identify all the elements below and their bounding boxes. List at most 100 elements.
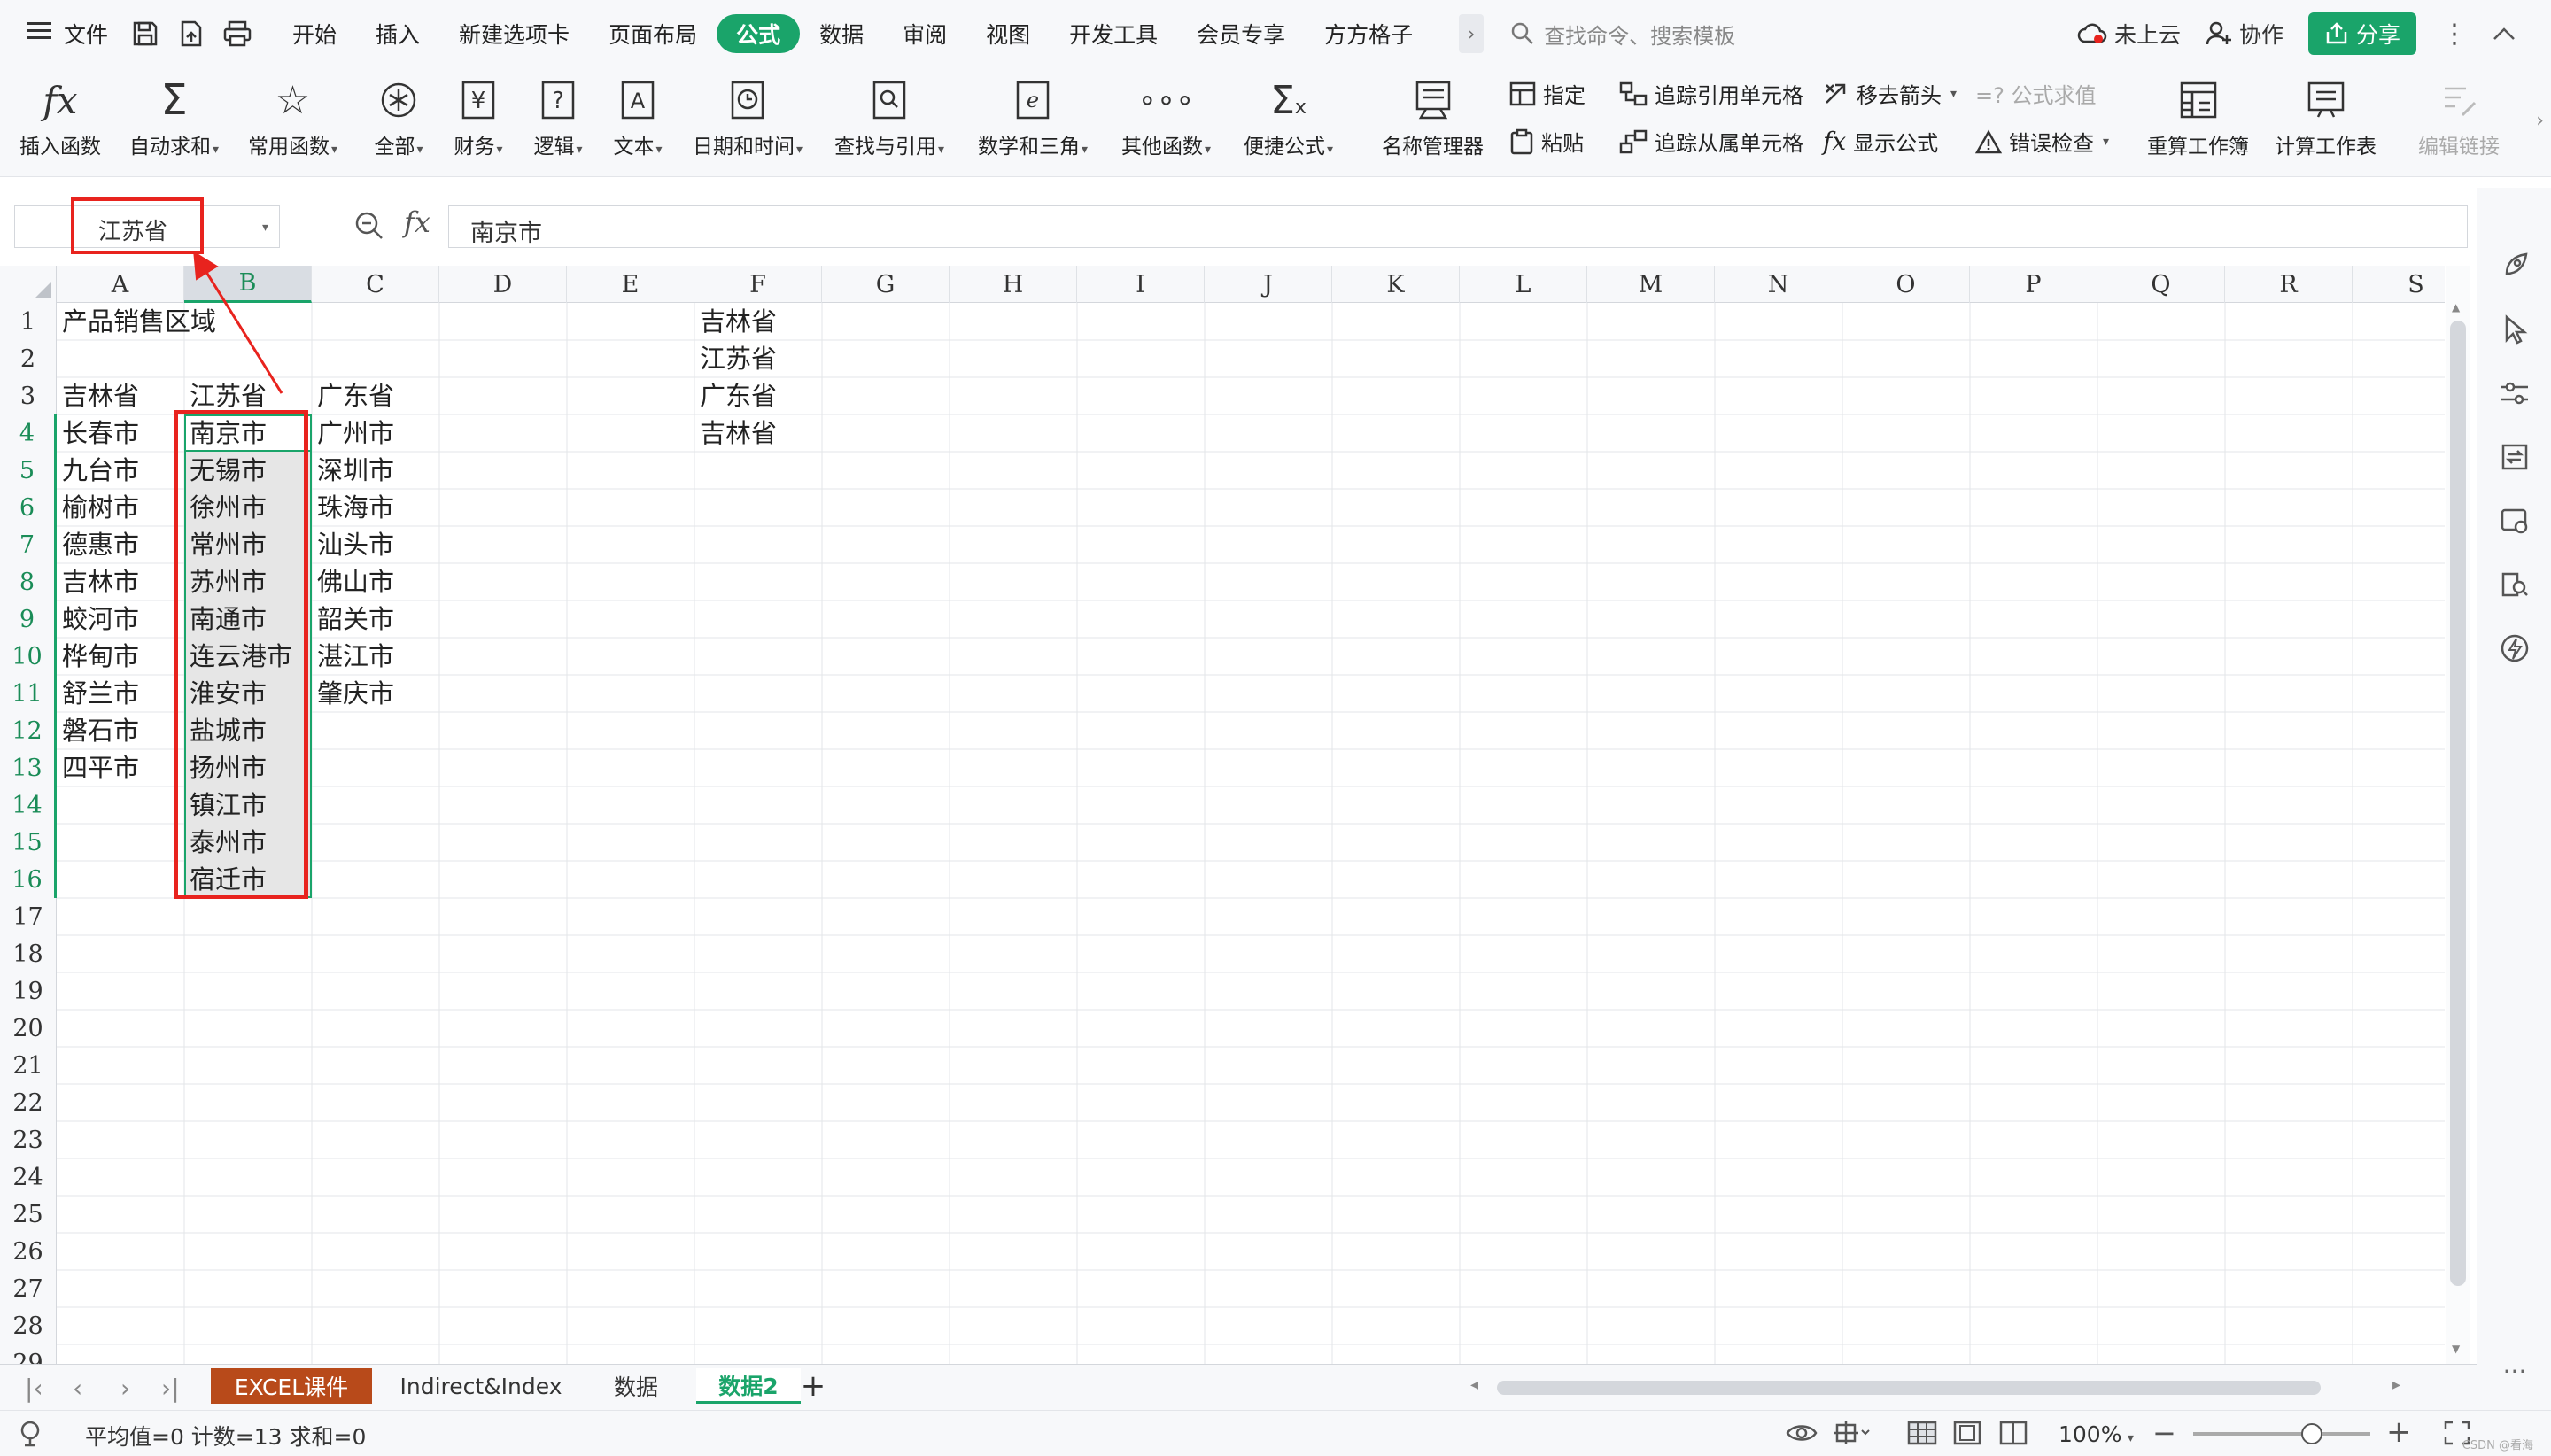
row-header-19[interactable]: 19 [0, 972, 57, 1010]
formula-input[interactable]: 南京市 [448, 205, 2468, 248]
row-header-23[interactable]: 23 [0, 1121, 57, 1158]
horizontal-scrollbar[interactable]: ◂ ▸ [1462, 1375, 2409, 1397]
row-header-12[interactable]: 12 [0, 712, 57, 749]
cell-c3[interactable]: 广东省 [312, 377, 394, 414]
cell-c5[interactable]: 深圳市 [312, 452, 394, 489]
row-header-3[interactable]: 3 [0, 377, 57, 414]
row-header-27[interactable]: 27 [0, 1270, 57, 1307]
all-functions-button[interactable]: 全部 ▾ [372, 74, 425, 159]
cell-a10[interactable]: 桦甸市 [57, 638, 139, 675]
row-header-6[interactable]: 6 [0, 489, 57, 526]
cell-f1[interactable]: 吉林省 [694, 303, 777, 340]
rocket-icon[interactable] [2497, 248, 2532, 283]
error-check-button[interactable]: 错误检查 ▾ [1975, 126, 2109, 157]
sheet-tab-data2[interactable]: 数据2 [696, 1368, 801, 1404]
vertical-scrollbar[interactable]: ▲ ▼ [2446, 266, 2470, 1364]
row-header-20[interactable]: 20 [0, 1010, 57, 1047]
column-header-n[interactable]: N [1715, 266, 1842, 303]
column-header-r[interactable]: R [2225, 266, 2353, 303]
row-header-2[interactable]: 2 [0, 340, 57, 377]
text-functions-button[interactable]: A 文本 ▾ [611, 74, 664, 159]
cell-c8[interactable]: 佛山市 [312, 563, 394, 600]
row-header-17[interactable]: 17 [0, 898, 57, 935]
cell-c6[interactable]: 珠海市 [312, 489, 394, 526]
collaborate-button[interactable]: 协作 [2206, 18, 2283, 50]
horizontal-scroll-thumb[interactable] [1497, 1381, 2321, 1395]
fx-label[interactable]: fx [404, 205, 430, 239]
page-break-view-icon[interactable] [1998, 1420, 2028, 1450]
tab-home[interactable]: 开始 [273, 14, 356, 53]
search-box[interactable]: 查找命令、搜索模板 [1510, 19, 1989, 50]
select-all-corner[interactable] [0, 266, 57, 303]
insert-function-button[interactable]: fx 插入函数 [19, 74, 101, 159]
cell-a12[interactable]: 磐石市 [57, 712, 139, 749]
cell-a5[interactable]: 九台市 [57, 452, 139, 489]
cell-c4[interactable]: 广州市 [312, 414, 394, 452]
cell-f4[interactable]: 吉林省 [694, 414, 777, 452]
page-layout-view-icon[interactable] [1952, 1420, 1982, 1450]
row-header-1[interactable]: 1 [0, 303, 57, 340]
row-header-29[interactable]: 29 [0, 1344, 57, 1364]
zoom-in-button[interactable]: + [2386, 1414, 2412, 1450]
sheet-tab-data[interactable]: 数据 [590, 1368, 682, 1404]
column-header-f[interactable]: F [694, 266, 822, 303]
cell-c7[interactable]: 汕头市 [312, 526, 394, 563]
row-header-15[interactable]: 15 [0, 824, 57, 861]
cell-a8[interactable]: 吉林市 [57, 563, 139, 600]
eye-protection-icon[interactable] [1786, 1420, 1818, 1450]
cloud-status[interactable]: 未上云 [2077, 18, 2181, 50]
tab-new-tab[interactable]: 新建选项卡 [439, 14, 589, 53]
share-button[interactable]: 分享 [2307, 12, 2416, 55]
column-header-g[interactable]: G [822, 266, 950, 303]
math-trig-button[interactable]: e 数学和三角 ▾ [978, 74, 1088, 159]
column-header-m[interactable]: M [1587, 266, 1715, 303]
scroll-right-icon[interactable]: ▸ [2392, 1375, 2400, 1394]
more-horizontal-icon[interactable]: ··· [2497, 1353, 2532, 1389]
lookup-button[interactable]: 查找与引用 ▾ [834, 74, 944, 159]
autosum-button[interactable]: Σ 自动求和 ▾ [129, 74, 219, 159]
cell-a4[interactable]: 长春市 [57, 414, 139, 452]
tab-review[interactable]: 审阅 [883, 14, 966, 53]
cell-a1[interactable]: 产品销售区域 [57, 303, 216, 340]
more-tabs-button[interactable]: › [1459, 14, 1485, 53]
other-functions-button[interactable]: ∘∘∘ 其他函数 ▾ [1121, 74, 1211, 159]
scroll-down-icon[interactable]: ▼ [2452, 1343, 2460, 1355]
cell-c11[interactable]: 肇庆市 [312, 675, 394, 712]
row-header-11[interactable]: 11 [0, 675, 57, 712]
zoom-slider[interactable] [2193, 1432, 2370, 1436]
cell-f2[interactable]: 江苏省 [694, 340, 777, 377]
transform-icon[interactable] [2497, 439, 2532, 475]
column-header-a[interactable]: A [57, 266, 184, 303]
row-header-21[interactable]: 21 [0, 1047, 57, 1084]
row-header-25[interactable]: 25 [0, 1196, 57, 1233]
logical-button[interactable]: ? 逻辑 ▾ [531, 74, 585, 159]
normal-view-icon[interactable] [1906, 1420, 1938, 1450]
sheet-tab-excel-course[interactable]: EXCEL课件 [211, 1368, 372, 1404]
more-options-icon[interactable]: ⋮ [2441, 19, 2468, 50]
cell-b3[interactable]: 江苏省 [184, 377, 267, 414]
tab-member[interactable]: 会员专享 [1177, 14, 1305, 53]
cell-c9[interactable]: 韶关市 [312, 600, 394, 638]
column-header-e[interactable]: E [567, 266, 694, 303]
row-header-24[interactable]: 24 [0, 1158, 57, 1196]
vertical-scroll-thumb[interactable] [2450, 321, 2466, 1286]
cell-a7[interactable]: 德惠市 [57, 526, 139, 563]
first-sheet-icon[interactable]: |‹ [25, 1374, 43, 1403]
tab-formulas[interactable]: 公式 [717, 14, 801, 53]
cell-a9[interactable]: 蛟河市 [57, 600, 139, 638]
tab-developer[interactable]: 开发工具 [1050, 14, 1177, 53]
column-header-d[interactable]: D [439, 266, 567, 303]
trace-dependents-button[interactable]: 追踪从属单元格 [1619, 126, 1803, 157]
row-header-5[interactable]: 5 [0, 452, 57, 489]
macro-record-icon[interactable] [18, 1420, 48, 1452]
save-icon[interactable] [128, 16, 163, 51]
recalc-workbook-button[interactable]: 重算工作簿 [2147, 74, 2249, 159]
next-sheet-icon[interactable]: › [120, 1374, 130, 1403]
trace-precedents-button[interactable]: 追踪引用单元格 [1619, 78, 1803, 109]
row-header-16[interactable]: 16 [0, 861, 57, 898]
print-icon[interactable] [220, 16, 255, 51]
row-header-22[interactable]: 22 [0, 1084, 57, 1121]
lightning-icon[interactable] [2497, 631, 2532, 666]
tab-insert[interactable]: 插入 [356, 14, 439, 53]
column-header-b[interactable]: B [184, 266, 312, 303]
